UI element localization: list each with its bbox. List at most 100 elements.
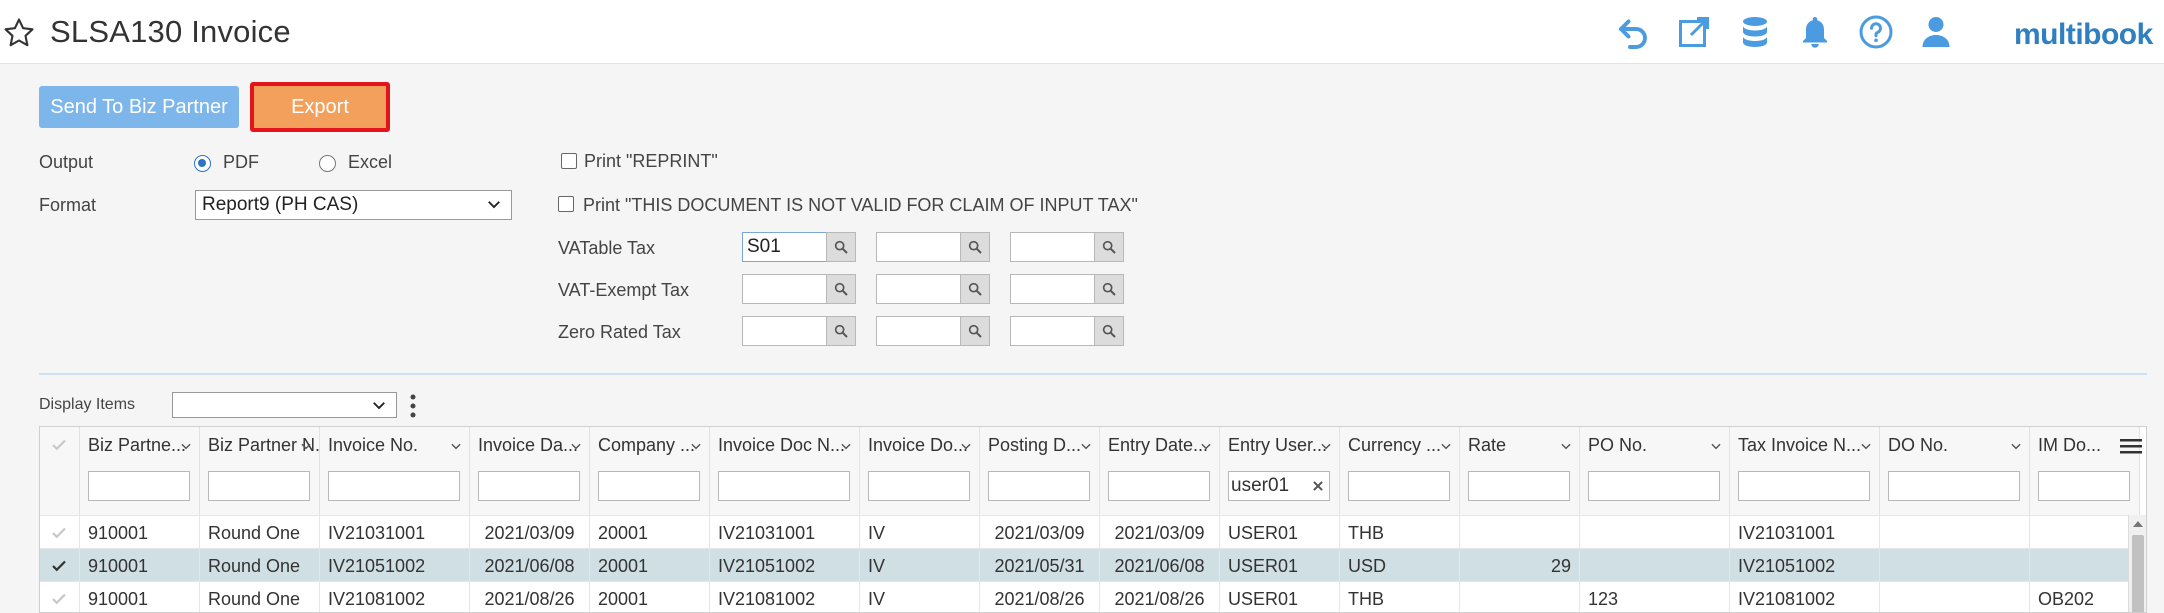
export-button[interactable]: Export [250, 82, 390, 132]
send-to-biz-partner-button[interactable]: Send To Biz Partner [39, 86, 239, 128]
chevron-down-icon[interactable] [299, 439, 313, 453]
display-items-select[interactable] [172, 392, 397, 418]
row-select-cell[interactable] [40, 549, 80, 582]
column-header-label: PO No. [1588, 435, 1648, 455]
cell-invoice-doc-type: IV [860, 549, 980, 582]
filter-input-im-doc[interactable] [2038, 471, 2130, 501]
table-row[interactable]: 910001 Round One IV21031001 2021/03/09 20001… [40, 515, 2140, 549]
chevron-down-icon[interactable] [449, 439, 463, 453]
chevron-down-icon[interactable] [179, 439, 193, 453]
select-all-header[interactable] [40, 427, 80, 463]
scrollbar-thumb[interactable] [2132, 535, 2144, 612]
column-header-rate[interactable]: Rate [1460, 427, 1580, 463]
vatable-tax-lookup-3[interactable] [1094, 232, 1124, 262]
column-header-entry-user[interactable]: Entry User... [1220, 427, 1340, 463]
undo-icon[interactable] [1615, 14, 1651, 50]
vatable-tax-input-3[interactable] [1010, 232, 1095, 262]
column-header-invoice-doc-no[interactable]: Invoice Doc N... [710, 427, 860, 463]
output-excel-radio[interactable] [319, 155, 336, 172]
vat-exempt-tax-input-2[interactable] [876, 274, 961, 304]
chevron-down-icon[interactable] [2009, 439, 2023, 453]
filter-input-biz-partner[interactable] [88, 471, 190, 501]
output-pdf-radio[interactable] [194, 155, 211, 172]
row-select-cell[interactable] [40, 582, 80, 612]
help-icon[interactable] [1858, 14, 1894, 50]
chevron-down-icon[interactable] [1079, 439, 1093, 453]
vat-exempt-tax-lookup-2[interactable] [960, 274, 990, 304]
vatable-tax-input-2[interactable] [876, 232, 961, 262]
vat-exempt-tax-input-3[interactable] [1010, 274, 1095, 304]
zero-rated-tax-input-3[interactable] [1010, 316, 1095, 346]
table-row[interactable]: 910001 Round One IV21081002 2021/08/26 20001… [40, 581, 2140, 612]
print-reprint-checkbox[interactable] [561, 153, 577, 169]
column-header-po-no[interactable]: PO No. [1580, 427, 1730, 463]
column-header-company[interactable]: Company ... [590, 427, 710, 463]
column-header-biz-partner[interactable]: Biz Partne... [80, 427, 200, 463]
column-filter-biz-partner-name [200, 463, 320, 515]
vat-exempt-tax-label: VAT-Exempt Tax [558, 280, 690, 300]
top-bar: SLSA130 Invoice multibook [0, 0, 2164, 64]
bell-icon[interactable] [1797, 14, 1833, 50]
filter-input-invoice-doc-type[interactable] [868, 471, 970, 501]
database-icon[interactable] [1737, 14, 1773, 50]
filter-input-rate[interactable] [1468, 471, 1570, 501]
vatable-tax-lookup-1[interactable] [826, 232, 856, 262]
chevron-down-icon[interactable] [1559, 439, 1573, 453]
filter-input-company[interactable] [598, 471, 700, 501]
filter-input-biz-partner-name[interactable] [208, 471, 310, 501]
column-header-do-no[interactable]: DO No. [1880, 427, 2030, 463]
chevron-down-icon[interactable] [689, 439, 703, 453]
favorite-star-icon[interactable] [2, 16, 36, 50]
more-options-icon[interactable] [404, 392, 422, 420]
column-menu-icon[interactable] [2120, 437, 2142, 455]
vatable-tax-lookup-2[interactable] [960, 232, 990, 262]
column-header-posting-date[interactable]: Posting D... [980, 427, 1100, 463]
filter-input-currency[interactable] [1348, 471, 1450, 501]
column-header-biz-partner-name[interactable]: Biz Partner N... [200, 427, 320, 463]
user-icon[interactable] [1918, 14, 1954, 50]
zero-rated-tax-lookup-3[interactable] [1094, 316, 1124, 346]
chevron-down-icon[interactable] [1199, 439, 1213, 453]
column-header-tax-invoice-no[interactable]: Tax Invoice N... [1730, 427, 1880, 463]
popout-icon[interactable] [1676, 14, 1712, 50]
chevron-down-icon[interactable] [839, 439, 853, 453]
zero-rated-tax-input-2[interactable] [876, 316, 961, 346]
column-header-entry-date[interactable]: Entry Date... [1100, 427, 1220, 463]
filter-input-invoice-doc-no[interactable] [718, 471, 850, 501]
filter-input-invoice-date[interactable] [478, 471, 580, 501]
vat-exempt-tax-input-1[interactable] [742, 274, 827, 304]
zero-rated-tax-lookup-1[interactable] [826, 316, 856, 346]
column-header-currency[interactable]: Currency ... [1340, 427, 1460, 463]
format-select[interactable]: Report9 (PH CAS) [195, 190, 512, 220]
vatable-tax-input-1[interactable]: S01 [742, 232, 827, 262]
filter-input-do-no[interactable] [1888, 471, 2020, 501]
filter-input-entry-date[interactable] [1108, 471, 1210, 501]
column-header-invoice-doc-type[interactable]: Invoice Do... [860, 427, 980, 463]
filter-input-invoice-no[interactable] [328, 471, 460, 501]
table-row[interactable]: 910001 Round One IV21051002 2021/06/08 20001… [40, 548, 2140, 582]
chevron-down-icon[interactable] [1859, 439, 1873, 453]
filter-input-po-no[interactable] [1588, 471, 1720, 501]
vat-exempt-tax-lookup-1[interactable] [826, 274, 856, 304]
row-select-cell[interactable] [40, 516, 80, 549]
cell-company: 20001 [590, 549, 710, 582]
scroll-up-icon[interactable] [2132, 519, 2144, 529]
chevron-down-icon[interactable] [1319, 439, 1333, 453]
chevron-down-icon[interactable] [569, 439, 583, 453]
chevron-down-icon[interactable] [959, 439, 973, 453]
clear-filter-icon[interactable] [1311, 479, 1325, 493]
filter-input-entry-user[interactable]: user01 [1228, 471, 1330, 501]
search-icon [834, 282, 848, 296]
column-header-invoice-date[interactable]: Invoice Da... [470, 427, 590, 463]
filter-input-posting-date[interactable] [988, 471, 1090, 501]
chevron-down-icon[interactable] [1439, 439, 1453, 453]
zero-rated-tax-input-1[interactable] [742, 316, 827, 346]
grid-vertical-scrollbar[interactable] [2128, 515, 2146, 612]
chevron-down-icon[interactable] [1709, 439, 1723, 453]
section-divider [39, 373, 2147, 375]
vat-exempt-tax-lookup-3[interactable] [1094, 274, 1124, 304]
filter-input-tax-invoice-no[interactable] [1738, 471, 1870, 501]
zero-rated-tax-lookup-2[interactable] [960, 316, 990, 346]
print-invalid-claim-checkbox[interactable] [558, 196, 574, 212]
column-header-invoice-no[interactable]: Invoice No. [320, 427, 470, 463]
